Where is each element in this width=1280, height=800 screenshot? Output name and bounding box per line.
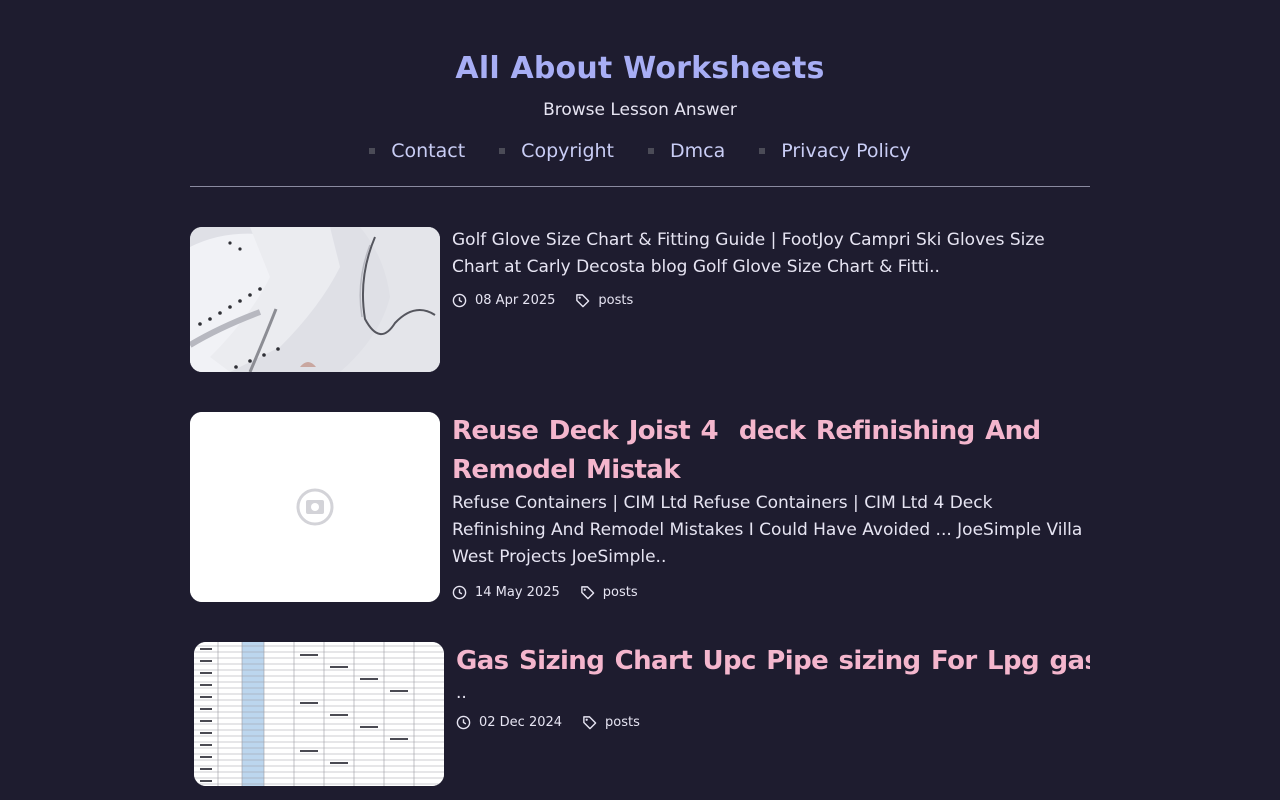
clock-icon [452,585,467,600]
post-thumbnail[interactable] [190,227,440,372]
page: All About Worksheets Browse Lesson Answe… [190,0,1090,786]
bullet-icon [499,148,506,154]
post-date-text: 02 Dec 2024 [479,715,563,730]
clock-icon [456,715,471,730]
nav-item-label: Copyright [521,140,615,162]
post-item: Reuse Deck Joist 4 deck Refinishing And … [190,412,1090,602]
post-tag[interactable]: posts [575,293,633,308]
post-date-text: 08 Apr 2025 [475,293,556,308]
post-thumbnail[interactable] [190,412,440,602]
nav-item-dmca[interactable]: Dmca [648,139,725,163]
golf-glove-photo [190,227,440,372]
post-meta: 08 Apr 2025 posts [452,293,1090,308]
post-excerpt: Refuse Containers | CIM Ltd Refuse Conta… [452,493,1083,567]
post-date-text: 14 May 2025 [475,585,560,600]
post-tag-label: posts [598,293,634,308]
post-meta: 02 Dec 2024 posts [456,715,1090,730]
post-tag-label: posts [605,715,640,730]
spreadsheet-table-photo [194,642,444,786]
post-item: Gas Sizing Chart Upc Pipe sizing For Lpg… [190,642,1090,786]
clock-icon [452,293,467,308]
site-description: Browse Lesson Answer [543,100,737,120]
post-date: 14 May 2025 [452,585,560,600]
tag-icon [576,294,590,308]
tag-icon [583,716,597,730]
post-item: Golf Glove Size Chart & Fitting Guide | … [190,227,1090,372]
site-header: All About Worksheets Browse Lesson Answe… [190,0,1090,187]
post-tag[interactable]: posts [580,585,638,600]
nav-item-privacy-policy[interactable]: Privacy Policy [759,139,911,163]
post-title[interactable]: Gas Sizing Chart Upc Pipe sizing For Lpg… [456,642,1090,681]
post-date: 08 Apr 2025 [452,293,555,308]
post-excerpt: .. [456,683,467,703]
site-title[interactable]: All About Worksheets [190,49,1090,89]
post-body: Golf Glove Size Chart & Fitting Guide | … [452,227,1090,308]
post-thumbnail[interactable] [194,642,444,786]
nav-item-label: Dmca [670,140,726,162]
post-body: Reuse Deck Joist 4 deck Refinishing And … [452,412,1090,600]
post-meta: 14 May 2025 posts [452,585,1090,600]
tag-icon [580,586,595,600]
post-date: 02 Dec 2024 [456,715,562,730]
nav-item-contact[interactable]: Contact [369,139,465,163]
post-excerpt: Golf Glove Size Chart & Fitting Guide | … [452,230,1045,277]
post-body: Gas Sizing Chart Upc Pipe sizing For Lpg… [456,642,1090,730]
bullet-icon [369,148,376,154]
post-tag-label: posts [602,585,638,600]
camera-placeholder-icon [190,412,440,602]
nav-item-label: Contact [391,140,466,162]
post-tag[interactable]: posts [582,715,640,730]
nav-item-copyright[interactable]: Copyright [499,139,614,163]
bullet-icon [648,148,655,154]
main-nav: Contact Copyright Dmca Privacy Policy [190,139,1090,187]
post-title[interactable]: Reuse Deck Joist 4 deck Refinishing And … [452,412,1090,490]
post-list: Golf Glove Size Chart & Fitting Guide | … [190,227,1090,786]
bullet-icon [759,148,766,154]
nav-item-label: Privacy Policy [781,140,911,162]
